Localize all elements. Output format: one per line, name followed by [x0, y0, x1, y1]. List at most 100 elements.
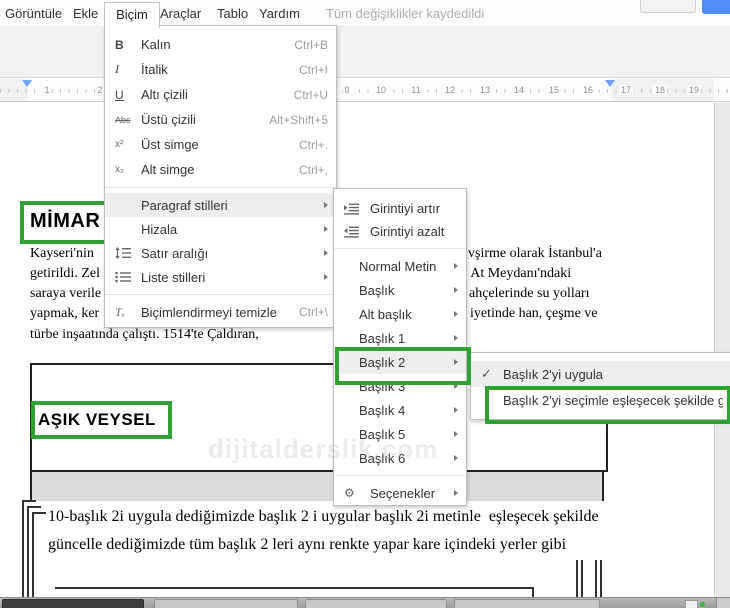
google-docs-window: Görüntüle Ekle Araçlar Tablo Yardım Tüm … — [0, 0, 730, 608]
menu-bicim[interactable]: Biçim — [104, 2, 160, 28]
superscript-icon: x² — [115, 139, 124, 150]
doc-note-line-2: güncelle dediğimizde tüm başlık 2 leri a… — [48, 536, 567, 553]
menu-item-secenekler[interactable]: ⚙ Seçenekler — [334, 481, 466, 505]
ruler-number: 13 — [477, 85, 493, 95]
menu-item-liste-stilleri[interactable]: Liste stilleri — [105, 265, 336, 289]
gear-icon: ⚙ — [344, 486, 355, 500]
menu-item-normal-metin[interactable]: Normal Metin — [334, 254, 466, 278]
box-outline-fragment — [600, 560, 602, 598]
taskbar-window[interactable] — [154, 599, 298, 608]
watermark: dijitalderslik.com — [208, 434, 439, 464]
submenu-arrow-icon — [454, 263, 458, 269]
line-spacing-icon — [115, 247, 141, 259]
box-outline-fragment — [32, 512, 46, 514]
doc-table-gray-row — [30, 472, 604, 501]
annotation-box-mimar — [20, 201, 116, 244]
bold-icon: B — [115, 37, 124, 52]
submenu-arrow-icon — [454, 287, 458, 293]
right-indent-marker[interactable] — [605, 80, 615, 87]
doc-note-line-1: 10-başlık 2i uygula dediğimizde başlık 2… — [48, 508, 599, 525]
submenu-arrow-icon — [324, 250, 328, 256]
left-indent-marker[interactable] — [22, 80, 32, 87]
menu-item-italik[interactable]: I İtalik Ctrl+I — [105, 57, 336, 82]
annotation-box-asik-veysel — [31, 401, 172, 439]
ruler-number: 12 — [442, 85, 458, 95]
menu-item-alt-baslik[interactable]: Alt başlık — [334, 302, 466, 326]
menu-separator — [105, 294, 336, 295]
submenu-arrow-icon — [454, 335, 458, 341]
doc-text-line: iyetinde han, çeşme ve — [470, 306, 598, 321]
ruler-number: 10 — [373, 85, 389, 95]
box-outline-fragment — [27, 506, 41, 508]
doc-text-line: Kayseri'nin — [30, 246, 94, 261]
menu-separator — [334, 475, 466, 476]
submenu-arrow-icon — [454, 407, 458, 413]
taskbar-window[interactable] — [305, 599, 447, 608]
strikethrough-icon: Abc — [115, 114, 131, 125]
menu-separator — [334, 248, 466, 249]
menu-item-hizala[interactable]: Hizala — [105, 217, 336, 241]
submenu-arrow-icon — [324, 274, 328, 280]
submenu-arrow-icon — [324, 202, 328, 208]
menu-item-paragraf-stilleri[interactable]: Paragraf stilleri — [105, 193, 336, 217]
subscript-icon: x₂ — [115, 164, 124, 175]
increase-indent-icon — [344, 203, 370, 215]
box-outline-fragment — [576, 560, 578, 598]
clear-formatting-icon: Tₓ — [115, 304, 126, 319]
submenu-arrow-icon — [454, 490, 458, 496]
menu-item-baslik2-uygula[interactable]: ✓ Başlık 2'yi uygula — [471, 361, 730, 387]
doc-text-line: türbe inşaatında çalıştı. 1514'te Çaldır… — [30, 327, 259, 342]
ruler-number: 1 — [42, 85, 52, 95]
menu-item-alti-cizili[interactable]: U Altı çizili Ctrl+U — [105, 82, 336, 107]
page-gutter — [714, 103, 730, 598]
menu-item-girintiyi-artir[interactable]: Girintiyi artır — [334, 197, 466, 220]
submenu-arrow-icon — [454, 455, 458, 461]
menu-ekle[interactable]: Ekle — [73, 6, 98, 21]
taskbar-status-dot-icon — [700, 602, 705, 607]
ruler-number: 17 — [618, 85, 634, 95]
menu-item-kalin[interactable]: B Kalın Ctrl+B — [105, 32, 336, 57]
annotation-box-baslik2 — [335, 347, 471, 385]
ruler-number: 19 — [686, 85, 702, 95]
menu-item-bicimlendirmeyi-temizle[interactable]: Tₓ Biçimlendirmeyi temizle Ctrl+\ — [105, 300, 336, 324]
box-outline-fragment — [581, 560, 583, 598]
box-outline-fragment — [32, 512, 34, 598]
doc-text-line: , At Meydanı'ndaki — [464, 266, 572, 281]
menu-item-alt-simge[interactable]: x₂ Alt simge Ctrl+, — [105, 157, 336, 182]
submenu-arrow-icon — [454, 311, 458, 317]
menu-item-baslik[interactable]: Başlık — [334, 278, 466, 302]
share-button-fragment[interactable] — [702, 0, 730, 14]
menu-yardim[interactable]: Yardım — [259, 6, 300, 21]
box-outline-fragment — [22, 500, 24, 598]
ruler-number: 18 — [652, 85, 668, 95]
menu-tablo[interactable]: Tablo — [217, 6, 248, 21]
doc-text-line: ahçelerinde su yolları — [469, 286, 590, 301]
taskbar-tray-icon[interactable] — [685, 600, 698, 608]
menu-araclar[interactable]: Araçlar — [160, 6, 201, 21]
doc-text-line: vşirme olarak İstanbul'a — [468, 246, 602, 261]
ruler-number: 16 — [580, 85, 596, 95]
menu-goruntule[interactable]: Görüntüle — [5, 6, 62, 21]
doc-text-line: saraya verile — [30, 286, 102, 301]
check-icon: ✓ — [481, 366, 492, 381]
save-status[interactable]: Tüm değişiklikler kaydedildi — [326, 6, 484, 21]
ruler-number: 14 — [511, 85, 527, 95]
taskbar-window-active[interactable] — [2, 599, 144, 608]
menu-item-ust-simge[interactable]: x² Üst simge Ctrl+. — [105, 132, 336, 157]
menu-item-baslik-4[interactable]: Başlık 4 — [334, 398, 466, 422]
comments-button-fragment[interactable] — [640, 0, 696, 13]
ruler-number: 11 — [409, 85, 423, 95]
doc-text-line: getirildi. Zel — [30, 266, 100, 281]
box-outline-fragment — [595, 560, 597, 598]
box-outline-fragment — [22, 500, 36, 502]
box-outline-fragment — [55, 587, 534, 589]
menu-item-ustu-cizili[interactable]: Abc Üstü çizili Alt+Shift+5 — [105, 107, 336, 132]
taskbar-window[interactable] — [454, 599, 600, 608]
menu-item-satir-araligi[interactable]: Satır aralığı — [105, 241, 336, 265]
list-styles-icon — [115, 271, 141, 283]
menu-item-girintiyi-azalt[interactable]: Girintiyi azalt — [334, 220, 466, 243]
decrease-indent-icon — [344, 226, 370, 238]
taskbar-show-desktop[interactable] — [716, 598, 730, 608]
ruler-number: 9 — [342, 85, 352, 95]
taskbar — [0, 597, 730, 608]
